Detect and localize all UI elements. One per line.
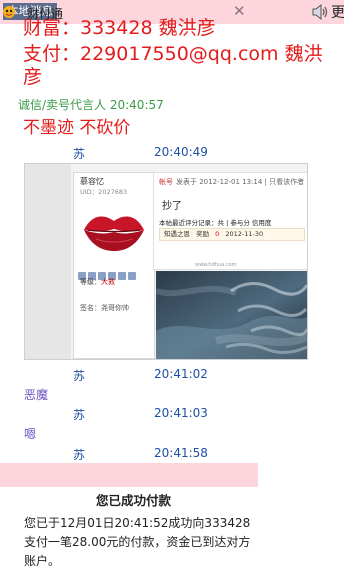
tenpay-icon bbox=[3, 6, 15, 18]
message-sender: 苏 bbox=[73, 369, 86, 383]
post-panel: 帐号 发表于 2012-12-01 13:14 | 只看该作者 | 倒序浏览 抄… bbox=[153, 172, 307, 270]
message-text: 嗯 bbox=[24, 427, 37, 441]
rating-row: 知遇之恩 奖励 0 2012-11-30 bbox=[159, 228, 305, 241]
payment-account-line: 支付：229017550@qq.com 魏洪彦 bbox=[23, 43, 323, 88]
message-time: 20:40:49 bbox=[154, 145, 208, 159]
profile-uid: UID：2027683 bbox=[80, 188, 128, 196]
forum-banner-image bbox=[156, 271, 307, 359]
rating-header: 本帖最近评分记录：共 | 参与分 信用度 bbox=[159, 219, 272, 227]
message-time: 20:41:03 bbox=[154, 406, 208, 420]
payment-notice-titlebar bbox=[0, 463, 258, 487]
message-sender-line: 诚信/卖号代言人 20:40:57 bbox=[18, 98, 164, 112]
banner-url: www.hdhua.com bbox=[195, 262, 237, 268]
message-sender: 苏 bbox=[73, 408, 86, 422]
payment-success-heading: 您已成功付款 bbox=[96, 493, 172, 508]
message-sender: 苏 bbox=[73, 147, 86, 161]
more-label[interactable]: 更 bbox=[331, 2, 344, 22]
message-time: 20:41:02 bbox=[154, 367, 208, 381]
forum-screenshot-image[interactable]: 慕容忆 UID：2027683 等级：大救 签名：尧哥你帅 帐号 发表于 201… bbox=[24, 163, 308, 360]
speaker-icon[interactable] bbox=[312, 4, 329, 20]
profile-signature: 签名：尧哥你帅 bbox=[80, 304, 129, 312]
post-meta: 发表于 2012-12-01 13:14 | 只看该作者 | 倒序浏览 bbox=[176, 178, 307, 186]
post-content: 抄了 bbox=[162, 201, 182, 212]
payment-success-body: 您已于12月01日20:41:52成功向333428支付一笔28.00元的付款，… bbox=[24, 516, 251, 568]
profile-level: 等级：大救 bbox=[80, 278, 115, 286]
profile-badges bbox=[78, 265, 150, 280]
lips-avatar bbox=[78, 199, 150, 261]
close-icon[interactable]: ✕ bbox=[233, 2, 246, 20]
message-text: 恶魔 bbox=[24, 388, 49, 402]
message-time: 20:41:58 bbox=[154, 446, 208, 460]
screenshot-sidebar bbox=[25, 164, 71, 359]
motto-text: 不墨迹 不砍价 bbox=[23, 118, 131, 138]
post-author: 帐号 bbox=[159, 178, 173, 186]
message-sender: 苏 bbox=[73, 448, 86, 462]
payment-notice-title: 财付通 bbox=[27, 7, 64, 21]
profile-panel: 慕容忆 UID：2027683 等级：大救 签名：尧哥你帅 bbox=[73, 172, 155, 359]
